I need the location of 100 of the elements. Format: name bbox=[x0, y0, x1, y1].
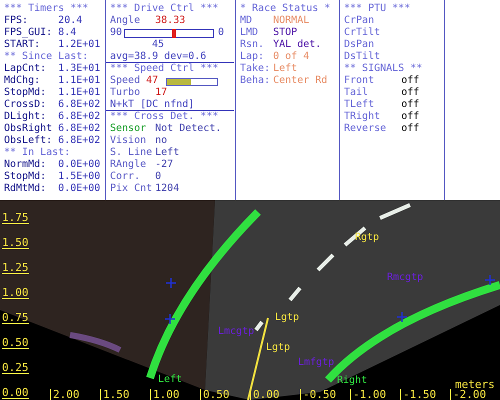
y-axis-label: 0.50 bbox=[2, 337, 28, 349]
field-value: 0 of 4 bbox=[273, 51, 310, 63]
section-heading: *** Timers *** bbox=[4, 3, 88, 15]
field-label: FPS: bbox=[4, 15, 30, 27]
field-value: 17 bbox=[155, 87, 168, 99]
x-axis-label: 2.00 bbox=[50, 389, 80, 400]
field-value: off bbox=[401, 99, 420, 111]
field-value: 6.8E+02 bbox=[58, 135, 100, 147]
field-value: NORMAL bbox=[273, 15, 310, 27]
field-value: 1.3E+01 bbox=[58, 63, 100, 75]
lane-marker-label: Lmcgtp bbox=[218, 326, 254, 337]
field-label: MD bbox=[240, 15, 254, 27]
field-label: RAngle bbox=[110, 159, 148, 171]
x-axis-label: 1.50 bbox=[100, 389, 130, 400]
section-heading: *** Speed Ctrl *** bbox=[110, 63, 218, 75]
field-value: STOP bbox=[273, 27, 298, 39]
field-label: Vision bbox=[110, 135, 148, 147]
field-label: DLight: bbox=[4, 111, 48, 123]
field-label: TRight bbox=[344, 111, 382, 123]
field-label: LapCnt: bbox=[4, 63, 48, 75]
field-label: DsTilt bbox=[344, 51, 382, 63]
field-value: 1.2E+01 bbox=[58, 39, 100, 51]
section-heading: *** Drive Ctrl *** bbox=[110, 3, 218, 15]
field-value: off bbox=[401, 123, 420, 135]
field-label: FPS_GUI: bbox=[4, 27, 54, 39]
x-axis-label: 0.00 bbox=[250, 389, 280, 400]
summary-text: N+kT [DC nfnd] bbox=[106, 99, 234, 111]
field-value: 8.4 bbox=[58, 27, 76, 39]
field-value: 6.8E+02 bbox=[58, 111, 100, 123]
field-value: 1.1E+01 bbox=[58, 87, 100, 99]
field-label: Reverse bbox=[344, 123, 388, 135]
y-axis-label: 1.50 bbox=[2, 237, 28, 249]
axis-unit-label: meters bbox=[455, 378, 495, 391]
field-label: Angle bbox=[110, 15, 142, 27]
gauge-max-label: 0 bbox=[218, 27, 224, 39]
field-value: no bbox=[155, 135, 168, 147]
x-axis-label: -1.50 bbox=[400, 389, 436, 400]
field-value: 47 bbox=[146, 75, 158, 87]
section-heading: ** In Last: bbox=[4, 147, 70, 159]
field-label: StopMd: bbox=[4, 171, 48, 183]
y-axis-label: 1.00 bbox=[2, 287, 28, 299]
section-heading: ** Since Last: bbox=[4, 51, 88, 63]
field-value: 6.8E+02 bbox=[58, 99, 100, 111]
field-label: LMD bbox=[240, 27, 260, 39]
field-label: ObsRight bbox=[4, 123, 54, 135]
section-heading: ** SIGNALS ** bbox=[344, 63, 422, 75]
lane-marker-label: Lmfgtp bbox=[298, 357, 334, 368]
field-value: 0.0E+00 bbox=[58, 183, 100, 195]
field-label: DsPan bbox=[344, 39, 376, 51]
x-axis-label: 0.50 bbox=[200, 389, 230, 400]
field-value: 0.0E+00 bbox=[58, 159, 100, 171]
field-label: RdMtMd: bbox=[4, 183, 48, 195]
field-label: Corr. bbox=[110, 171, 142, 183]
field-label: Tail bbox=[344, 87, 370, 99]
field-label: START: bbox=[4, 39, 42, 51]
lane-marker-label: Right bbox=[337, 375, 368, 386]
gauge-min-label: 90 bbox=[110, 27, 122, 39]
y-axis-label: 0.75 bbox=[2, 312, 28, 324]
field-label: S. Line bbox=[110, 147, 154, 159]
field-value: 1.5E+00 bbox=[58, 171, 100, 183]
lane-marker-label: Lgtp bbox=[275, 312, 300, 323]
field-value: 20.4 bbox=[58, 15, 82, 27]
field-label: MdChg: bbox=[4, 75, 42, 87]
x-axis-label: -2.00 bbox=[450, 389, 486, 400]
x-axis-label: -1.00 bbox=[350, 389, 386, 400]
field-label: Speed bbox=[110, 75, 142, 87]
x-axis-label: -0.50 bbox=[300, 389, 336, 400]
field-label: Rsn. bbox=[240, 39, 266, 51]
field-value: 6.8E+02 bbox=[58, 123, 100, 135]
x-axis-label: 1.00 bbox=[150, 389, 180, 400]
field-label: StopMd: bbox=[4, 87, 48, 99]
field-label: ObsLeft: bbox=[4, 135, 54, 147]
field-value: off bbox=[401, 111, 420, 123]
field-value: -27 bbox=[155, 159, 174, 171]
field-label: NormMd: bbox=[4, 159, 48, 171]
field-value: Center Rd bbox=[273, 75, 328, 87]
field-label: Take: bbox=[240, 63, 272, 75]
lane-marker-label: Rmcgtp bbox=[387, 272, 424, 283]
section-heading: *** Cross Det. *** bbox=[110, 111, 218, 123]
field-label: Turbo bbox=[110, 87, 142, 99]
lane-marker-label: Left bbox=[158, 374, 182, 385]
y-axis-label: 0.25 bbox=[2, 362, 28, 374]
field-label: Lap: bbox=[240, 51, 266, 63]
field-label: CrPan bbox=[344, 15, 376, 27]
field-value: YAL det. bbox=[273, 39, 322, 51]
field-value: Left bbox=[273, 63, 298, 75]
field-value: 0 bbox=[155, 171, 162, 183]
field-label: TLeft bbox=[344, 99, 376, 111]
lane-marker-label: Rgtp bbox=[355, 232, 380, 243]
field-value: 38.33 bbox=[155, 15, 186, 27]
y-axis-label: 1.75 bbox=[2, 212, 28, 224]
field-value: off bbox=[401, 75, 420, 87]
field-label: Beha: bbox=[240, 75, 272, 87]
y-axis-label: 1.25 bbox=[2, 262, 28, 274]
y-axis-label: 0.00 bbox=[2, 387, 28, 399]
field-value: Not Detect. bbox=[155, 123, 222, 135]
section-heading: *** PTU *** bbox=[344, 3, 410, 15]
field-label: Pix Cnt bbox=[110, 183, 154, 195]
field-label: Front bbox=[344, 75, 376, 87]
lane-marker-label: Lgtp bbox=[266, 342, 290, 353]
